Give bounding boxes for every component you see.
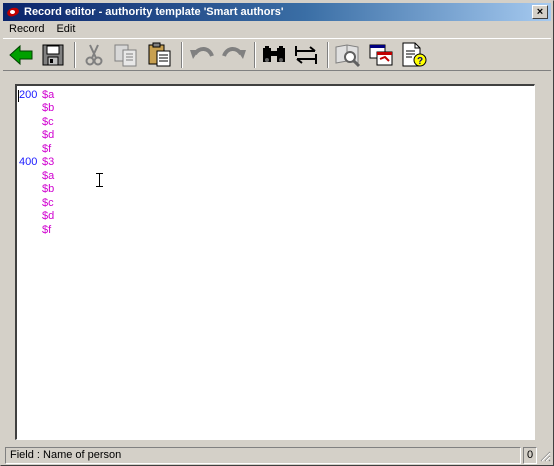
toolbar-separator <box>74 42 76 68</box>
menu-record[interactable]: Record <box>3 21 50 37</box>
help-button[interactable]: ? <box>399 41 429 69</box>
swap-arrows-icon <box>295 46 317 64</box>
field-tag[interactable]: 400 <box>19 156 37 169</box>
toolbar-separator <box>254 42 256 68</box>
paste-icon <box>148 42 171 67</box>
resize-grip-icon[interactable] <box>539 450 551 462</box>
window-title: Record editor - authority template 'Smar… <box>24 6 284 18</box>
binoculars-icon <box>263 46 285 62</box>
subfield-code[interactable]: $c <box>42 116 54 129</box>
toolbar-separator <box>327 42 329 68</box>
cut-button[interactable] <box>79 41 109 69</box>
subfield-code[interactable]: $d <box>42 129 54 142</box>
browse-button[interactable] <box>333 41 363 69</box>
subfield-code[interactable]: $3 <box>42 156 54 169</box>
menu-edit[interactable]: Edit <box>50 21 81 37</box>
toolbar: ? <box>3 38 551 71</box>
undo-icon <box>190 47 214 59</box>
scissors-icon <box>85 44 103 66</box>
status-count: 0 <box>523 447 537 464</box>
status-bar: Field : Name of person 0 <box>3 446 551 464</box>
subfield-code[interactable]: $a <box>42 170 54 183</box>
back-arrow-icon <box>9 44 33 66</box>
close-button[interactable]: × <box>532 5 548 19</box>
find-button[interactable] <box>259 41 289 69</box>
menu-bar: Record Edit <box>3 21 551 37</box>
subfield-code[interactable]: $b <box>42 102 54 115</box>
subfield-code[interactable]: $a <box>42 89 54 102</box>
redo-button[interactable] <box>219 41 249 69</box>
subfield-code[interactable]: $d <box>42 210 54 223</box>
field-tag[interactable]: 200 <box>19 89 37 102</box>
redo-icon <box>222 47 246 59</box>
record-editor-area[interactable]: 200 $a $b $c $d $f 400 $3 $a $b $c $d $f <box>15 84 535 440</box>
status-field-text: Field : Name of person <box>5 447 521 464</box>
toolbar-separator <box>181 42 183 68</box>
subfield-code[interactable]: $f <box>42 143 51 156</box>
copy-icon <box>114 44 137 67</box>
subfield-code[interactable]: $c <box>42 197 54 210</box>
svg-text:?: ? <box>417 56 423 67</box>
record-editor-window: Record editor - authority template 'Smar… <box>0 0 554 466</box>
subfield-code[interactable]: $f <box>42 224 51 237</box>
subfield-code[interactable]: $b <box>42 183 54 196</box>
save-button[interactable] <box>38 41 68 69</box>
windows-icon <box>369 44 393 66</box>
book-search-icon <box>335 44 361 68</box>
app-icon <box>6 5 20 19</box>
title-bar[interactable]: Record editor - authority template 'Smar… <box>3 3 551 21</box>
replace-button[interactable] <box>291 41 321 69</box>
back-button[interactable] <box>6 41 36 69</box>
floppy-disk-icon <box>42 44 64 66</box>
ibeam-cursor-icon <box>96 173 103 187</box>
copy-button[interactable] <box>111 41 141 69</box>
paste-button[interactable] <box>145 41 175 69</box>
windows-button[interactable] <box>366 41 396 69</box>
document-help-icon: ? <box>402 42 427 67</box>
undo-button[interactable] <box>187 41 217 69</box>
